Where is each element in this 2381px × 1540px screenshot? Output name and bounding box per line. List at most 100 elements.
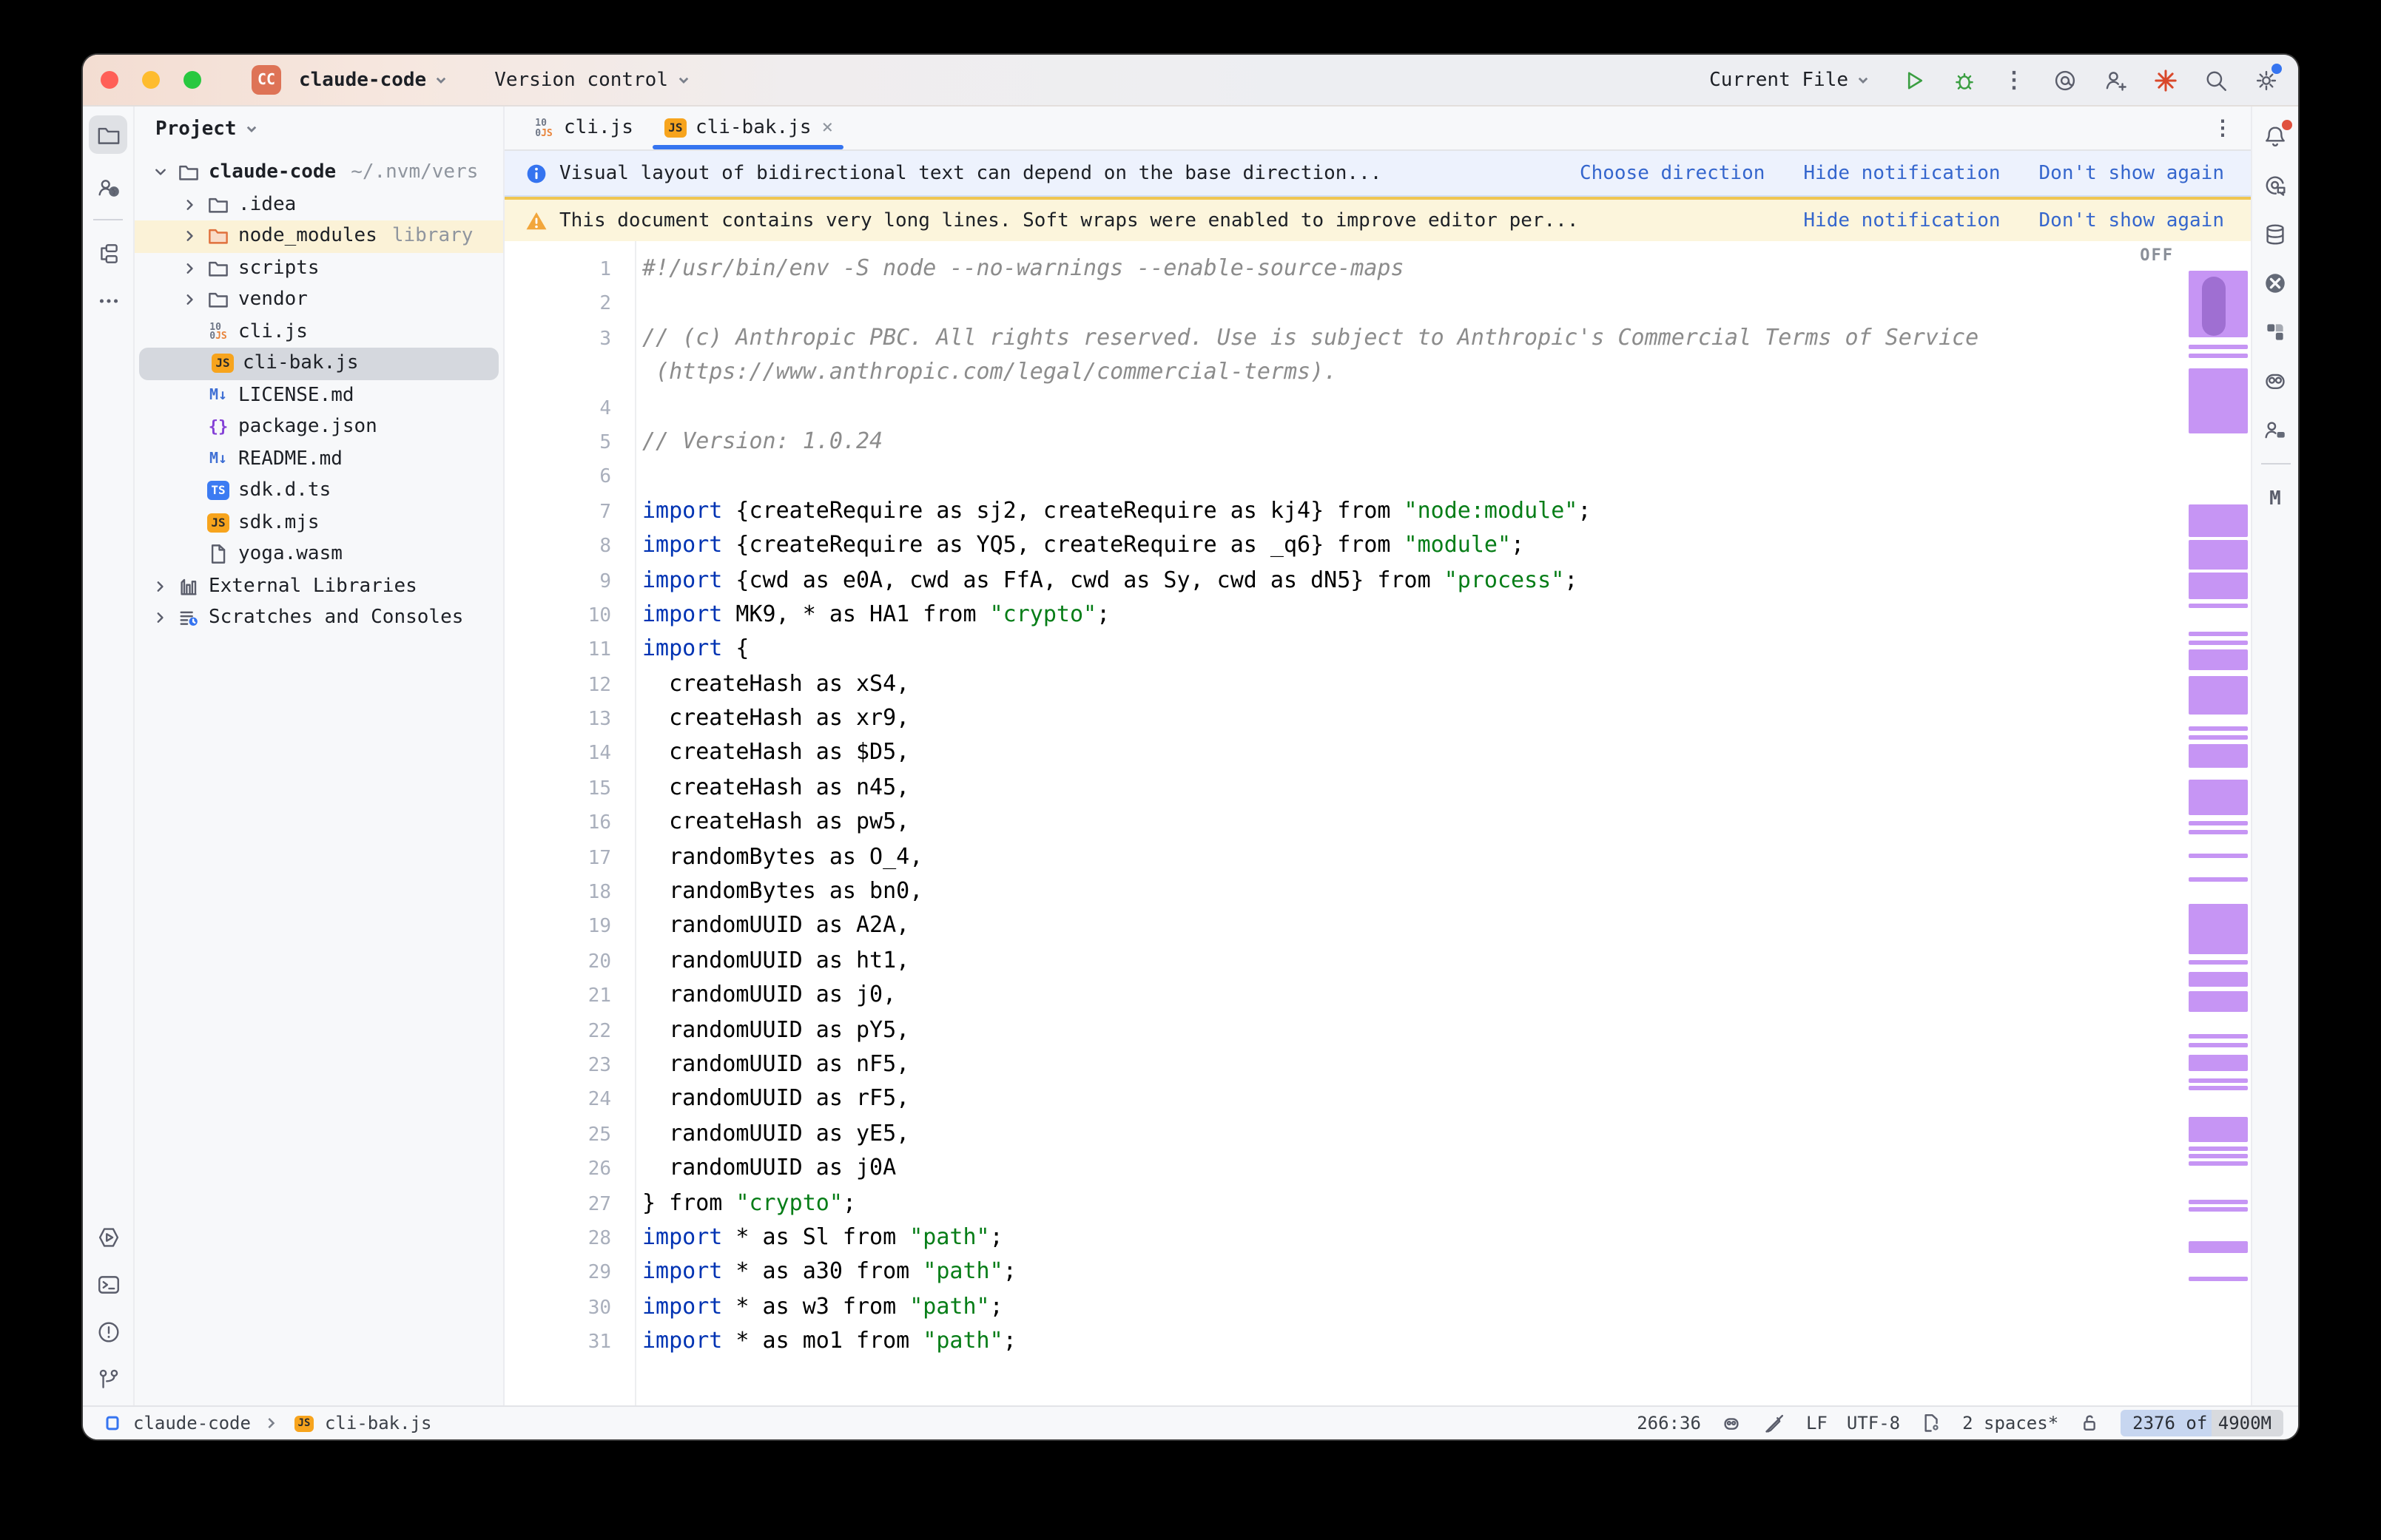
chevron-right-icon[interactable] <box>149 575 172 598</box>
tree-item-External Libraries[interactable]: External Libraries <box>135 570 503 602</box>
banner-link[interactable]: Choose direction <box>1580 162 1765 184</box>
caret-position[interactable]: 266:36 <box>1637 1413 1701 1433</box>
code-line[interactable]: 9import {cwd as e0A, cwd as FfA, cwd as … <box>505 563 2183 598</box>
more-horizontal-icon[interactable] <box>93 286 123 315</box>
code-line[interactable]: 14 createHash as $D5, <box>505 736 2183 771</box>
tab-list-more-icon[interactable]: ⋮ <box>2195 107 2251 149</box>
more-vert-icon[interactable]: ⋮ <box>1999 65 2029 95</box>
tree-item-claude-code[interactable]: claude-code~/.nvm/vers <box>135 157 503 189</box>
git-branch-icon[interactable] <box>93 1364 123 1394</box>
code-line[interactable]: 12 createHash as xS4, <box>505 666 2183 701</box>
terminal-icon[interactable] <box>93 1269 123 1299</box>
tree-item-package.json[interactable]: {}package.json <box>135 411 503 443</box>
unlocked-icon[interactable] <box>2078 1411 2101 1435</box>
banner-link[interactable]: Don't show again <box>2039 162 2224 184</box>
scrollbar-thumb[interactable] <box>2202 277 2226 336</box>
file-settings-icon[interactable] <box>1919 1411 1943 1435</box>
code-with-me-icon[interactable] <box>2260 414 2290 444</box>
tab-close-icon[interactable]: × <box>819 117 834 139</box>
tree-item-yoga.wasm[interactable]: yoga.wasm <box>135 538 503 570</box>
code-line[interactable]: 8import {createRequire as YQ5, createReq… <box>505 528 2183 563</box>
add-person-icon[interactable] <box>2100 65 2129 95</box>
chevron-down-icon[interactable] <box>149 162 172 184</box>
tab-cli-bak.js[interactable]: JScli-bak.js× <box>648 107 848 149</box>
code-line[interactable]: 25 randomUUID as yE5, <box>505 1117 2183 1152</box>
code-line[interactable]: 28import * as Sl from "path"; <box>505 1220 2183 1255</box>
ai-robot-icon[interactable] <box>1720 1411 1744 1435</box>
chevron-right-icon[interactable] <box>179 257 201 280</box>
tree-item-vendor[interactable]: vendor <box>135 284 503 316</box>
project-panel-header[interactable]: Project <box>135 107 503 151</box>
code-line[interactable]: 19 randomUUID as A2A, <box>505 909 2183 944</box>
tree-item-Scratches and Consoles[interactable]: Scratches and Consoles <box>135 602 503 634</box>
code-line[interactable]: 23 randomUUID as nF5, <box>505 1047 2183 1082</box>
service-burst-icon[interactable] <box>2150 65 2180 95</box>
code-line[interactable]: (https://www.anthropic.com/legal/commerc… <box>505 355 2183 390</box>
structure-icon[interactable] <box>93 238 123 268</box>
code-line[interactable]: 15 createHash as n45, <box>505 771 2183 806</box>
robot-face-icon[interactable] <box>2260 365 2290 395</box>
code-line[interactable]: 16 createHash as pw5, <box>505 806 2183 840</box>
code-line[interactable]: 29import * as a30 from "path"; <box>505 1255 2183 1290</box>
breadcrumb-project[interactable]: claude-code <box>133 1413 251 1433</box>
code-line[interactable]: 21 randomUUID as j0, <box>505 978 2183 1013</box>
tree-item-LICENSE.md[interactable]: M↓LICENSE.md <box>135 379 503 411</box>
tree-item-sdk.d.ts[interactable]: TSsdk.d.ts <box>135 475 503 507</box>
pen-slash-icon[interactable] <box>1763 1411 1787 1435</box>
close-window-button[interactable] <box>101 71 118 89</box>
vcs-menu[interactable]: Version control <box>488 66 698 94</box>
code-editor[interactable]: 1#!/usr/bin/env -S node --no-warnings --… <box>505 241 2251 1405</box>
code-line[interactable]: 4 <box>505 390 2183 425</box>
help-chat-icon[interactable]: ? <box>93 172 123 201</box>
notifications-bell-icon[interactable] <box>2260 121 2290 151</box>
code-line[interactable]: 5// Version: 1.0.24 <box>505 425 2183 459</box>
chevron-right-icon[interactable] <box>179 226 201 248</box>
ai-assistant-icon[interactable] <box>2260 170 2290 200</box>
run-configuration-select[interactable]: Current File <box>1703 66 1878 94</box>
code-line[interactable]: 24 randomUUID as rF5, <box>505 1082 2183 1117</box>
settings-icon[interactable] <box>2251 65 2280 95</box>
code-line[interactable]: 20 randomUUID as ht1, <box>505 944 2183 979</box>
code-line[interactable]: 13 createHash as xr9, <box>505 701 2183 736</box>
banner-link[interactable]: Hide notification <box>1803 162 2000 184</box>
plugin-checker-icon[interactable] <box>2260 317 2290 346</box>
problems-icon[interactable] <box>93 1317 123 1346</box>
code-line[interactable]: 17 randomBytes as O_4, <box>505 840 2183 874</box>
database-icon[interactable] <box>2260 219 2290 249</box>
tree-item-cli-bak.js[interactable]: JScli-bak.js <box>139 348 499 379</box>
tab-cli.js[interactable]: 100JScli.js <box>516 107 648 149</box>
chevron-right-icon[interactable] <box>179 194 201 216</box>
tree-item-sdk.mjs[interactable]: JSsdk.mjs <box>135 507 503 538</box>
code-line[interactable]: 27} from "crypto"; <box>505 1186 2183 1220</box>
tree-item-README.md[interactable]: M↓README.md <box>135 443 503 475</box>
tree-item-cli.js[interactable]: 100JScli.js <box>135 316 503 348</box>
code-line[interactable]: 30import * as w3 from "path"; <box>505 1289 2183 1324</box>
chevron-right-icon[interactable] <box>149 607 172 629</box>
project-folder-icon[interactable] <box>89 115 127 154</box>
at-mentions-icon[interactable] <box>2050 65 2079 95</box>
tree-item-node_modules[interactable]: node_moduleslibrary <box>135 220 503 252</box>
banner-link[interactable]: Don't show again <box>2039 209 2224 232</box>
inspections-off-badge[interactable]: OFF <box>2140 246 2174 265</box>
tree-item-.idea[interactable]: .idea <box>135 189 503 220</box>
js-badge-small-icon[interactable]: JS <box>292 1411 316 1435</box>
code-line[interactable]: 10import MK9, * as HA1 from "crypto"; <box>505 598 2183 632</box>
code-line[interactable]: 22 randomUUID as pY5, <box>505 1013 2183 1047</box>
line-separator[interactable]: LF <box>1806 1413 1828 1433</box>
breadcrumb-chevron-icon[interactable] <box>260 1411 283 1435</box>
code-line[interactable]: 26 randomUUID as j0A <box>505 1151 2183 1186</box>
project-switcher[interactable]: claude-code <box>293 66 456 94</box>
code-line[interactable]: 31import * as mo1 from "path"; <box>505 1324 2183 1359</box>
code-line[interactable]: 1#!/usr/bin/env -S node --no-warnings --… <box>505 251 2183 286</box>
code-line[interactable]: 2 <box>505 286 2183 321</box>
code-line[interactable]: 6 <box>505 459 2183 494</box>
memory-indicator[interactable]: 2376 of 4900M <box>2121 1410 2283 1436</box>
no-entry-icon[interactable] <box>2260 268 2290 297</box>
tree-item-scripts[interactable]: scripts <box>135 252 503 284</box>
services-hexagon-icon[interactable] <box>93 1222 123 1252</box>
search-icon[interactable] <box>2200 65 2230 95</box>
breadcrumb-file[interactable]: cli-bak.js <box>325 1413 432 1433</box>
project-square-icon[interactable] <box>101 1411 124 1435</box>
code-line[interactable]: 7import {createRequire as sj2, createReq… <box>505 493 2183 528</box>
indent-style[interactable]: 2 spaces* <box>1962 1413 2058 1433</box>
